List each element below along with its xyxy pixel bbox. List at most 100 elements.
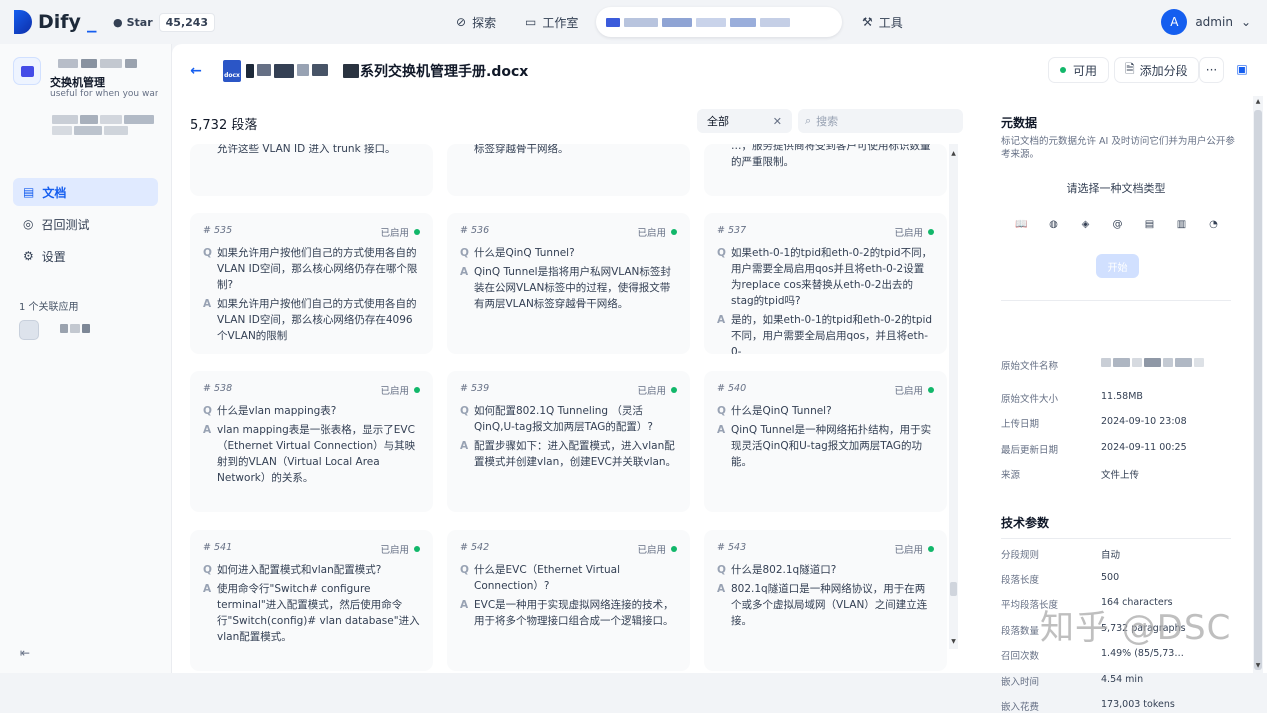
- segment-header: # 538 已启用: [203, 383, 420, 397]
- app-name-blur[interactable]: [60, 324, 90, 333]
- segment-question: Q 什么是QinQ Tunnel?: [460, 245, 677, 261]
- question-text: 如果允许用户按他们自己的方式使用各自的VLAN ID空间，那么核心网络仍存在哪个…: [217, 247, 418, 291]
- scroll-thumb[interactable]: [1254, 110, 1262, 670]
- enabled-dot-icon: [671, 546, 677, 552]
- segment-text: 允许这些 VLAN ID 进入 trunk 接口。: [217, 144, 396, 155]
- answer-text: 使用命令行"Switch# configure terminal"进入配置模式，…: [217, 583, 420, 643]
- scroll-up-icon[interactable]: ▲: [1253, 98, 1263, 105]
- answer-label: A: [717, 424, 726, 436]
- nav-studio[interactable]: ▭ 工作室: [525, 8, 578, 36]
- segment-count: 5,732 段落: [190, 118, 258, 133]
- answer-text: EVC是一种用于实现虚拟网络连接的技术，用于将多个物理接口组合成一个逻辑接口。: [474, 599, 674, 627]
- segment-text: 标签穿越骨干网络。: [474, 144, 569, 155]
- nav-tools-label: 工具: [878, 15, 903, 30]
- answer-text: 如果允许用户按他们自己的方式使用各自的VLAN ID空间，那么核心网络仍存在40…: [217, 298, 417, 342]
- document-title: 系列交换机管理手册.docx: [360, 64, 529, 80]
- clear-icon[interactable]: ✕: [773, 115, 782, 128]
- more-options-button[interactable]: ···: [1199, 57, 1224, 83]
- question-label: Q: [717, 564, 726, 576]
- watermark: 知乎 @DSC: [1040, 608, 1232, 648]
- nav-explore[interactable]: ⊘ 探索: [456, 8, 496, 36]
- nav-knowledge[interactable]: [596, 7, 842, 37]
- segment-question: Q 什么是EVC（Ethernet Virtual Connection）?: [460, 562, 677, 594]
- enabled-dot-icon: [414, 387, 420, 393]
- social-icon[interactable]: @: [1107, 214, 1128, 235]
- segment-card[interactable]: # 539 已启用 Q 如何配置802.1Q Tunneling （灵活QinQ,U-…: [447, 371, 690, 512]
- add-segment-button[interactable]: 🗎 添加分段: [1114, 57, 1199, 83]
- question-label: Q: [717, 405, 726, 417]
- add-file-icon: 🗎: [1125, 61, 1135, 76]
- tech-param-row: 段落长度 500: [1001, 572, 1236, 586]
- dataset-description: useful for when you want to answer queri…: [50, 89, 158, 99]
- app-icon[interactable]: [19, 320, 39, 340]
- segment-number: # 539: [460, 383, 490, 394]
- sidebar-item-documents[interactable]: ▤ 文档: [13, 178, 158, 206]
- answer-text: QinQ Tunnel是指将用户私网VLAN标签封装在公网VLAN标签中的过程，…: [474, 266, 671, 310]
- book-icon[interactable]: 📖: [1011, 214, 1032, 235]
- scroll-up-icon[interactable]: ▲: [949, 150, 958, 157]
- segment-status: 已启用: [380, 228, 409, 239]
- scroll-down-icon[interactable]: ▼: [949, 638, 958, 645]
- question-text: 什么是QinQ Tunnel?: [474, 247, 575, 259]
- row-value: 500: [1101, 572, 1120, 583]
- paper-icon[interactable]: ◈: [1075, 214, 1096, 235]
- segment-card[interactable]: # 541 已启用 Q 如何进入配置模式和vlan配置模式? A 使用命令行"Switch…: [190, 530, 433, 671]
- sidebar-item-label: 设置: [41, 249, 66, 264]
- back-arrow-icon[interactable]: ←: [184, 59, 208, 83]
- segment-card[interactable]: # 538 已启用 Q 什么是vlan mapping表? Avlan mapping表…: [190, 371, 433, 512]
- segment-question: Q 什么是QinQ Tunnel?: [717, 403, 934, 419]
- sidebar-item-retrieval-test[interactable]: ◎ 召回测试: [13, 210, 158, 238]
- segment-card[interactable]: # 535 已启用 Q 如果允许用户按他们自己的方式使用各自的VLAN ID空间，那么…: [190, 213, 433, 354]
- question-label: Q: [460, 405, 469, 417]
- row-key: 来源: [1001, 470, 1021, 481]
- segment-answer: A 是的，如果eth-0-1的tpid和eth-0-2的tpid不同，用户需要全局…: [717, 312, 934, 354]
- answer-label: A: [717, 314, 726, 326]
- knowledge-icon: [606, 17, 620, 27]
- chat-icon[interactable]: ◔: [1203, 214, 1224, 235]
- personal-doc-icon[interactable]: ▤: [1139, 214, 1160, 235]
- business-icon[interactable]: ▥: [1171, 214, 1192, 235]
- file-info-row: 上传日期 2024-09-10 23:08: [1001, 416, 1236, 430]
- segment-card[interactable]: 允许这些 VLAN ID 进入 trunk 接口。: [190, 144, 433, 196]
- question-label: Q: [460, 564, 469, 576]
- scroll-thumb[interactable]: [950, 582, 957, 596]
- document-icon: ▤: [23, 185, 35, 199]
- segment-card[interactable]: # 540 已启用 Q 什么是QinQ Tunnel? A QinQ Tunnel是一种网…: [704, 371, 947, 512]
- answer-text: 802.1q隧道口是一种网络协议，用于在两个或多个虚拟局域网（VLAN）之间建立…: [731, 583, 928, 627]
- question-text: 什么是EVC（Ethernet Virtual Connection）?: [474, 564, 621, 592]
- metadata-panel: 元数据 标记文档的元数据允许 AI 及时访问它们并为用户公开参考来源。 请选择一…: [1001, 114, 1236, 713]
- nav-tools[interactable]: ⚒ 工具: [862, 8, 903, 36]
- segment-card[interactable]: # 536 已启用 Q 什么是QinQ Tunnel? A QinQ Tunnel是指将用…: [447, 213, 690, 354]
- sidebar-item-settings[interactable]: ⚙ 设置: [13, 242, 158, 270]
- collapse-sidebar-icon[interactable]: ⇤: [20, 646, 30, 660]
- segment-card[interactable]: …，服务提供商将受到客户可使用标识数量的严重限制。: [704, 144, 947, 196]
- segment-card[interactable]: 标签穿越骨干网络。: [447, 144, 690, 196]
- divider: [1001, 300, 1231, 301]
- file-info-row: 来源 文件上传: [1001, 467, 1236, 481]
- segment-number: # 543: [717, 542, 747, 553]
- search-input[interactable]: ⌕ 搜索: [798, 109, 963, 133]
- status-filter-select[interactable]: 全部 ✕: [697, 109, 792, 133]
- segment-number: # 540: [717, 383, 747, 394]
- user-menu[interactable]: A admin ⌄: [1161, 9, 1251, 35]
- segments-scrollbar[interactable]: ▲ ▼: [949, 144, 958, 649]
- start-button[interactable]: 开始: [1096, 254, 1139, 278]
- segment-answer: A 使用命令行"Switch# configure terminal"进入配置模式…: [203, 581, 420, 645]
- segment-card[interactable]: # 537 已启用 Q 如果eth-0-1的tpid和eth-0-2的tpid不同，用…: [704, 213, 947, 354]
- dify-logo[interactable]: Dify _: [14, 10, 96, 34]
- toggle-panel-icon[interactable]: ▣: [1231, 58, 1253, 80]
- github-star-button[interactable]: ● Star 45,243: [107, 12, 216, 33]
- file-info-row: 原始文件大小 11.58MB: [1001, 391, 1236, 405]
- filter-value: 全部: [707, 115, 729, 128]
- question-label: Q: [203, 405, 212, 417]
- web-icon[interactable]: ◍: [1043, 214, 1064, 235]
- scroll-down-icon[interactable]: ▼: [1253, 662, 1263, 669]
- segment-card[interactable]: # 542 已启用 Q 什么是EVC（Ethernet Virtual Connect…: [447, 530, 690, 671]
- dataset-desc-blur: [52, 115, 158, 135]
- row-key: 原始文件大小: [1001, 394, 1059, 405]
- segment-status: 已启用: [894, 386, 923, 397]
- segment-number: # 535: [203, 225, 233, 236]
- doc-type-prompt: 请选择一种文档类型: [1066, 182, 1166, 195]
- segment-card[interactable]: # 543 已启用 Q 什么是802.1q隧道口? A 802.1q隧道口是一种网络协议，…: [704, 530, 947, 671]
- panel-scrollbar[interactable]: ▲ ▼: [1253, 96, 1263, 673]
